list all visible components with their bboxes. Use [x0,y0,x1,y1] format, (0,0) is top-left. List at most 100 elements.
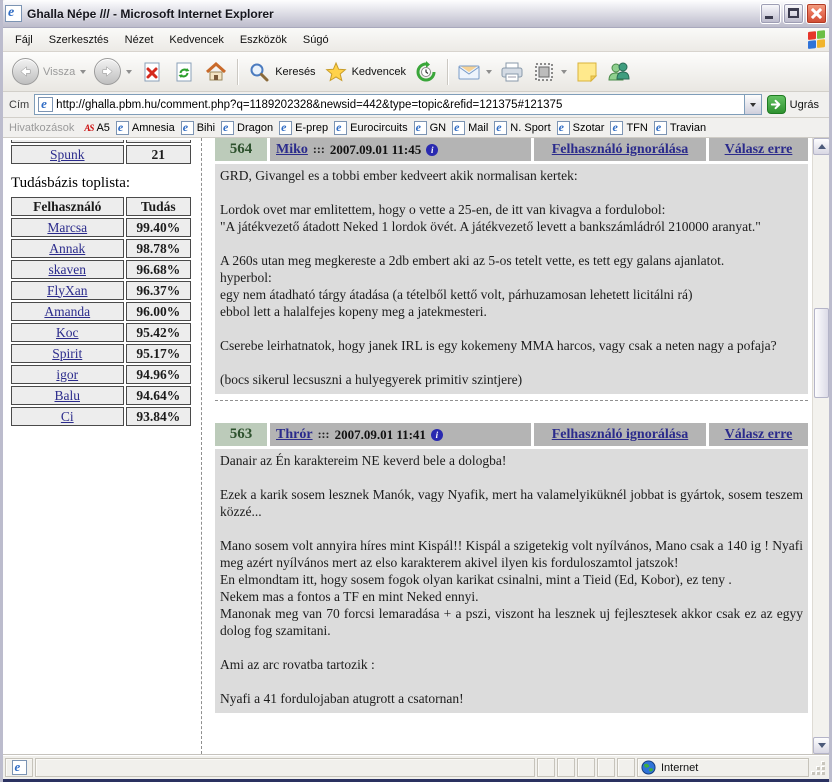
link-nsport[interactable]: eN. Sport [494,121,550,135]
user-link[interactable]: Spirit [52,346,82,361]
ignore-user-cell: Felhasználó ignorálása [534,138,706,161]
user-link[interactable]: FlyXan [47,283,88,298]
favorites-button[interactable]: Kedvencek [321,58,409,86]
link-eprep[interactable]: eE-prep [279,121,328,135]
link-tfn[interactable]: eTFN [610,121,647,135]
menu-edit[interactable]: Szerkesztés [41,30,117,50]
history-icon [414,60,438,84]
mail-button[interactable] [454,58,495,86]
info-icon[interactable]: i [426,144,438,156]
link-dragon[interactable]: eDragon [221,121,273,135]
edit-icon [532,60,556,84]
close-button[interactable] [806,3,827,24]
author-link[interactable]: Miko [276,142,308,158]
ie-favicon: e [610,121,623,135]
knowledge-value: 94.96% [126,365,191,384]
address-url[interactable]: http://ghalla.pbm.hu/comment.php?q=11892… [56,99,743,111]
link-szotar[interactable]: eSzotar [557,121,605,135]
refresh-button[interactable] [169,58,199,86]
menu-tools[interactable]: Eszközök [232,30,295,50]
stop-button[interactable] [137,58,167,86]
toplist-title: Tudásbázis toplista: [11,175,197,192]
table-row: Amanda96.00% [11,302,191,321]
link-travian[interactable]: eTravian [654,121,706,135]
post-author-cell: Miko ::: 2007.09.01 11:45 i [270,138,531,161]
standard-toolbar: Vissza [3,52,829,92]
user-link[interactable]: Amanda [44,304,90,319]
messenger-button[interactable] [604,58,634,86]
history-button[interactable] [411,58,441,86]
toplist-table: Felhasználó Tudás Marcsa99.40% Annak98.7… [9,195,193,428]
user-link[interactable]: Marcsa [47,220,87,235]
status-mini-pane [557,758,575,777]
back-button[interactable]: Vissza [9,56,89,87]
table-header-row: Felhasználó Tudás [11,197,191,216]
resize-grip[interactable] [811,758,827,777]
links-bar: Hivatkozások ASA5 eAmnesia eBihi eDragon… [3,118,829,138]
reply-link[interactable]: Válasz erre [725,142,793,158]
post-date: 2007.09.01 11:41 [335,427,426,443]
user-link[interactable]: skaven [49,262,87,277]
menu-bar: Fájl Szerkesztés Nézet Kedvencek Eszközö… [3,28,829,52]
menu-help[interactable]: Súgó [295,30,337,50]
ie-page-icon: e [12,760,27,775]
vertical-scrollbar[interactable] [812,138,829,754]
minimize-button[interactable] [760,3,781,24]
user-link[interactable]: Annak [49,241,85,256]
knowledge-value: 95.42% [126,323,191,342]
info-icon[interactable]: i [431,429,443,441]
ignore-user-link[interactable]: Felhasználó ignorálása [552,427,689,443]
table-row: Koc 95.42% [11,323,191,342]
link-mail[interactable]: eMail [452,121,488,135]
link-bihi[interactable]: eBihi [181,121,215,135]
author-link[interactable]: Thrór [276,427,313,443]
note-button[interactable] [572,58,602,86]
scroll-down-button[interactable] [813,737,829,754]
user-link[interactable]: igor [56,367,78,382]
menu-view[interactable]: Nézet [117,30,162,50]
edit-button[interactable] [529,58,570,86]
address-input[interactable]: e http://ghalla.pbm.hu/comment.php?q=118… [34,94,761,115]
table-row: FlyXan96.37% [11,281,191,300]
globe-icon [641,760,656,775]
table-row: Annak98.78% [11,239,191,258]
status-mini-pane [577,758,595,777]
ie-favicon: e [414,121,427,135]
home-button[interactable] [201,58,231,86]
link-gn[interactable]: eGN [414,121,447,135]
ie-favicon: e [279,121,292,135]
edit-dropdown-icon [561,70,567,74]
chevron-down-icon [750,103,756,107]
user-link[interactable]: Ci [61,409,74,424]
search-button[interactable]: Keresés [244,58,318,86]
minimize-icon [765,16,773,19]
author-date-separator: ::: [318,427,330,442]
reply-link[interactable]: Válasz erre [725,427,793,443]
user-link[interactable]: Balu [55,388,81,403]
link-amnesia[interactable]: eAmnesia [116,121,175,135]
link-eurocircuits[interactable]: eEurocircuits [334,121,407,135]
address-bar: Cím e http://ghalla.pbm.hu/comment.php?q… [3,92,829,118]
print-button[interactable] [497,58,527,86]
go-arrow-icon [767,95,786,114]
go-button[interactable]: Ugrás [767,95,823,114]
scrollbar-thumb[interactable] [814,308,829,398]
ignore-user-link[interactable]: Felhasználó ignorálása [552,142,689,158]
post-number: 564 [215,138,267,161]
user-link[interactable]: Spunk [50,147,85,162]
forward-button[interactable] [91,56,135,87]
address-dropdown-button[interactable] [744,95,761,114]
scroll-up-button[interactable] [813,138,829,155]
forward-dropdown-icon [126,70,132,74]
knowledge-value: 96.68% [126,260,191,279]
sidebar: Spunk 21 Tudásbázis toplista: Felhasznál… [9,138,197,428]
maximize-button[interactable] [783,3,804,24]
status-page-pane: e [5,758,33,777]
link-a5[interactable]: ASA5 [84,122,109,134]
note-icon [575,60,599,84]
menu-favorites[interactable]: Kedvencek [161,30,231,50]
user-link[interactable]: Koc [56,325,79,340]
menu-file[interactable]: Fájl [7,30,41,50]
security-zone-pane: Internet [637,758,809,777]
toolbar-separator [237,59,238,85]
